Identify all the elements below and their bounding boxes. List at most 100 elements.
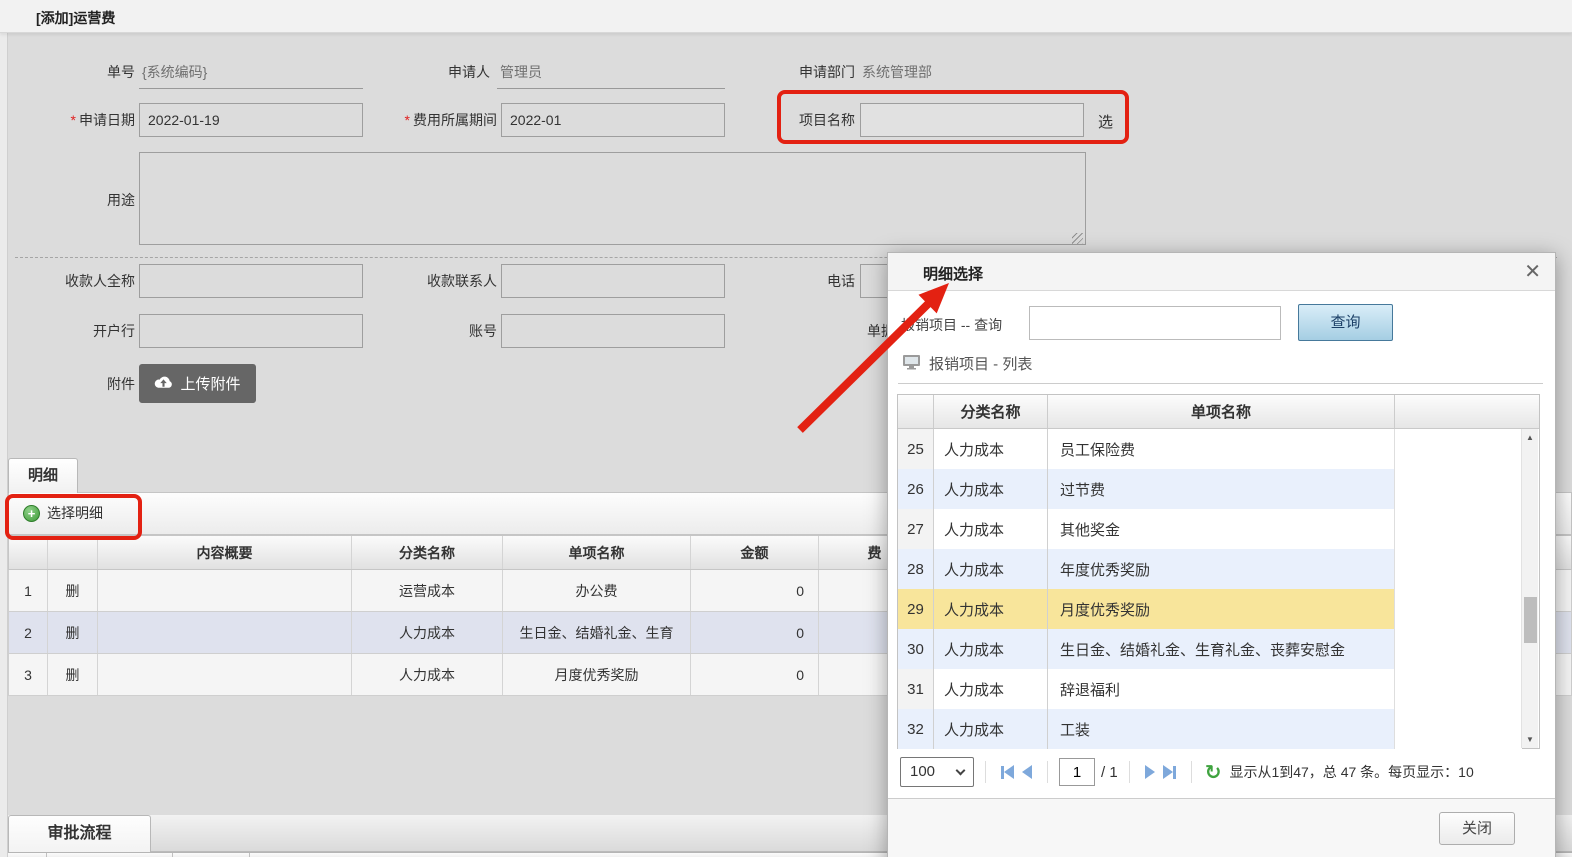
row-category: 人力成本 — [934, 589, 1048, 629]
row-category: 人力成本 — [934, 429, 1048, 469]
page-size-select[interactable]: 100 — [900, 757, 974, 787]
plus-icon: + — [23, 505, 40, 522]
row-item: 生日金、结婚礼金、生育 — [503, 612, 691, 653]
order-no-label: 单号 — [0, 62, 135, 82]
refresh-icon[interactable]: ↻ — [1205, 760, 1222, 784]
row-amount: 0 — [691, 654, 819, 695]
expense-item-row[interactable]: 27 人力成本 其他奖金 — [898, 509, 1522, 549]
chevron-down-icon — [956, 766, 966, 776]
row-number: 28 — [898, 549, 934, 589]
row-number: 27 — [898, 509, 934, 549]
tab-approval-flow[interactable]: 审批流程 — [8, 815, 151, 852]
query-button[interactable]: 查询 — [1298, 304, 1393, 341]
expense-item-row[interactable]: 31 人力成本 辞退福利 — [898, 669, 1522, 709]
expense-item-row[interactable]: 26 人力成本 过节费 — [898, 469, 1522, 509]
row-number: 3 — [9, 654, 48, 695]
row-category: 人力成本 — [934, 509, 1048, 549]
window-titlebar: [添加]运营费 — [0, 0, 1572, 33]
purpose-textarea[interactable] — [139, 152, 1086, 245]
select-detail-label: 选择明细 — [47, 503, 103, 523]
order-no-value: {系统编码} — [142, 62, 207, 82]
row-number: 2 — [9, 612, 48, 653]
department-value: 系统管理部 — [862, 62, 932, 82]
department-label: 申请部门 — [730, 62, 855, 82]
list-title-text: 报销项目 - 列表 — [929, 353, 1032, 374]
upload-attachment-button[interactable]: 上传附件 — [139, 364, 256, 403]
scroll-up-icon[interactable]: ▲ — [1522, 433, 1538, 442]
row-summary — [98, 612, 352, 653]
expense-item-row[interactable]: 30 人力成本 生日金、结婚礼金、生育礼金、丧葬安慰金 — [898, 629, 1522, 669]
row-item: 辞退福利 — [1048, 669, 1395, 709]
row-filler — [1395, 509, 1522, 549]
payee-name-input[interactable] — [139, 264, 363, 298]
row-category: 人力成本 — [934, 549, 1048, 589]
payee-contact-input[interactable] — [501, 264, 725, 298]
header-category: 分类名称 — [934, 395, 1048, 428]
row-item: 其他奖金 — [1048, 509, 1395, 549]
modal-title: 明细选择 — [923, 263, 983, 284]
row-item: 年度优秀奖励 — [1048, 549, 1395, 589]
modal-titlebar: 明细选择 ✕ — [888, 253, 1555, 291]
page-title: [添加]运营费 — [36, 8, 115, 28]
expense-item-row[interactable]: 25 人力成本 员工保险费 — [898, 429, 1522, 469]
delete-row-link[interactable]: 删 — [66, 665, 80, 685]
project-pick-link[interactable]: 选 — [1098, 111, 1113, 132]
delete-row-link[interactable]: 删 — [66, 623, 80, 643]
textarea-resize-grip[interactable] — [1072, 233, 1083, 244]
page-number-input[interactable] — [1059, 758, 1095, 786]
row-filler — [1395, 629, 1522, 669]
row-number: 1 — [9, 570, 48, 611]
header-item: 单项名称 — [1048, 395, 1395, 428]
account-label: 账号 — [363, 321, 497, 341]
row-category: 人力成本 — [934, 669, 1048, 709]
total-pages-text: / 1 — [1101, 764, 1118, 781]
purpose-label: 用途 — [0, 190, 135, 210]
delete-row-link[interactable]: 删 — [66, 581, 80, 601]
upload-attachment-label: 上传附件 — [180, 373, 240, 394]
close-button[interactable]: 关闭 — [1439, 812, 1515, 845]
row-item: 办公费 — [503, 570, 691, 611]
left-edge-strip — [0, 33, 8, 857]
account-input[interactable] — [501, 314, 725, 348]
required-mark: * — [71, 112, 76, 128]
applicant-underline — [497, 88, 725, 89]
row-number: 32 — [898, 709, 934, 749]
pager-prev-button[interactable] — [1022, 765, 1032, 779]
pager-last-button[interactable] — [1163, 765, 1176, 779]
row-item: 月度优秀奖励 — [503, 654, 691, 695]
select-detail-button[interactable]: + 选择明细 — [23, 503, 103, 523]
header-category: 分类名称 — [352, 536, 503, 569]
row-item: 生日金、结婚礼金、生育礼金、丧葬安慰金 — [1048, 629, 1395, 669]
applicant-label: 申请人 — [363, 62, 490, 82]
row-summary — [98, 654, 352, 695]
row-category: 人力成本 — [934, 469, 1048, 509]
expense-item-row[interactable]: 29 人力成本 月度优秀奖励 — [898, 589, 1522, 629]
phone-label: 电话 — [730, 271, 855, 291]
close-icon[interactable]: ✕ — [1524, 259, 1541, 283]
row-number: 26 — [898, 469, 934, 509]
project-name-input[interactable] — [860, 103, 1084, 137]
row-filler — [1395, 669, 1522, 709]
expense-item-row[interactable]: 32 人力成本 工装 — [898, 709, 1522, 749]
search-input[interactable] — [1029, 306, 1281, 340]
bank-input[interactable] — [139, 314, 363, 348]
row-filler — [1395, 549, 1522, 589]
apply-date-label: *申请日期 — [0, 110, 135, 130]
pager-next-button[interactable] — [1145, 765, 1155, 779]
list-title: 报销项目 - 列表 — [902, 353, 1032, 374]
header-delete — [48, 536, 98, 569]
cloud-upload-icon — [154, 375, 173, 393]
search-label: 报销项目 -- 查询 — [901, 315, 1002, 335]
header-rownum — [898, 395, 934, 428]
row-item: 月度优秀奖励 — [1048, 589, 1395, 629]
pager-first-button[interactable] — [1001, 765, 1014, 779]
expense-item-row[interactable]: 28 人力成本 年度优秀奖励 — [898, 549, 1522, 589]
list-title-underline — [898, 383, 1543, 384]
expense-period-input[interactable] — [501, 103, 725, 137]
table-scrollbar[interactable]: ▲ ▼ — [1521, 429, 1538, 748]
tab-detail[interactable]: 明细 — [8, 458, 78, 493]
scroll-down-icon[interactable]: ▼ — [1522, 735, 1538, 744]
scrollbar-thumb[interactable] — [1524, 597, 1537, 643]
apply-date-input[interactable] — [139, 103, 363, 137]
required-mark: * — [405, 112, 410, 128]
